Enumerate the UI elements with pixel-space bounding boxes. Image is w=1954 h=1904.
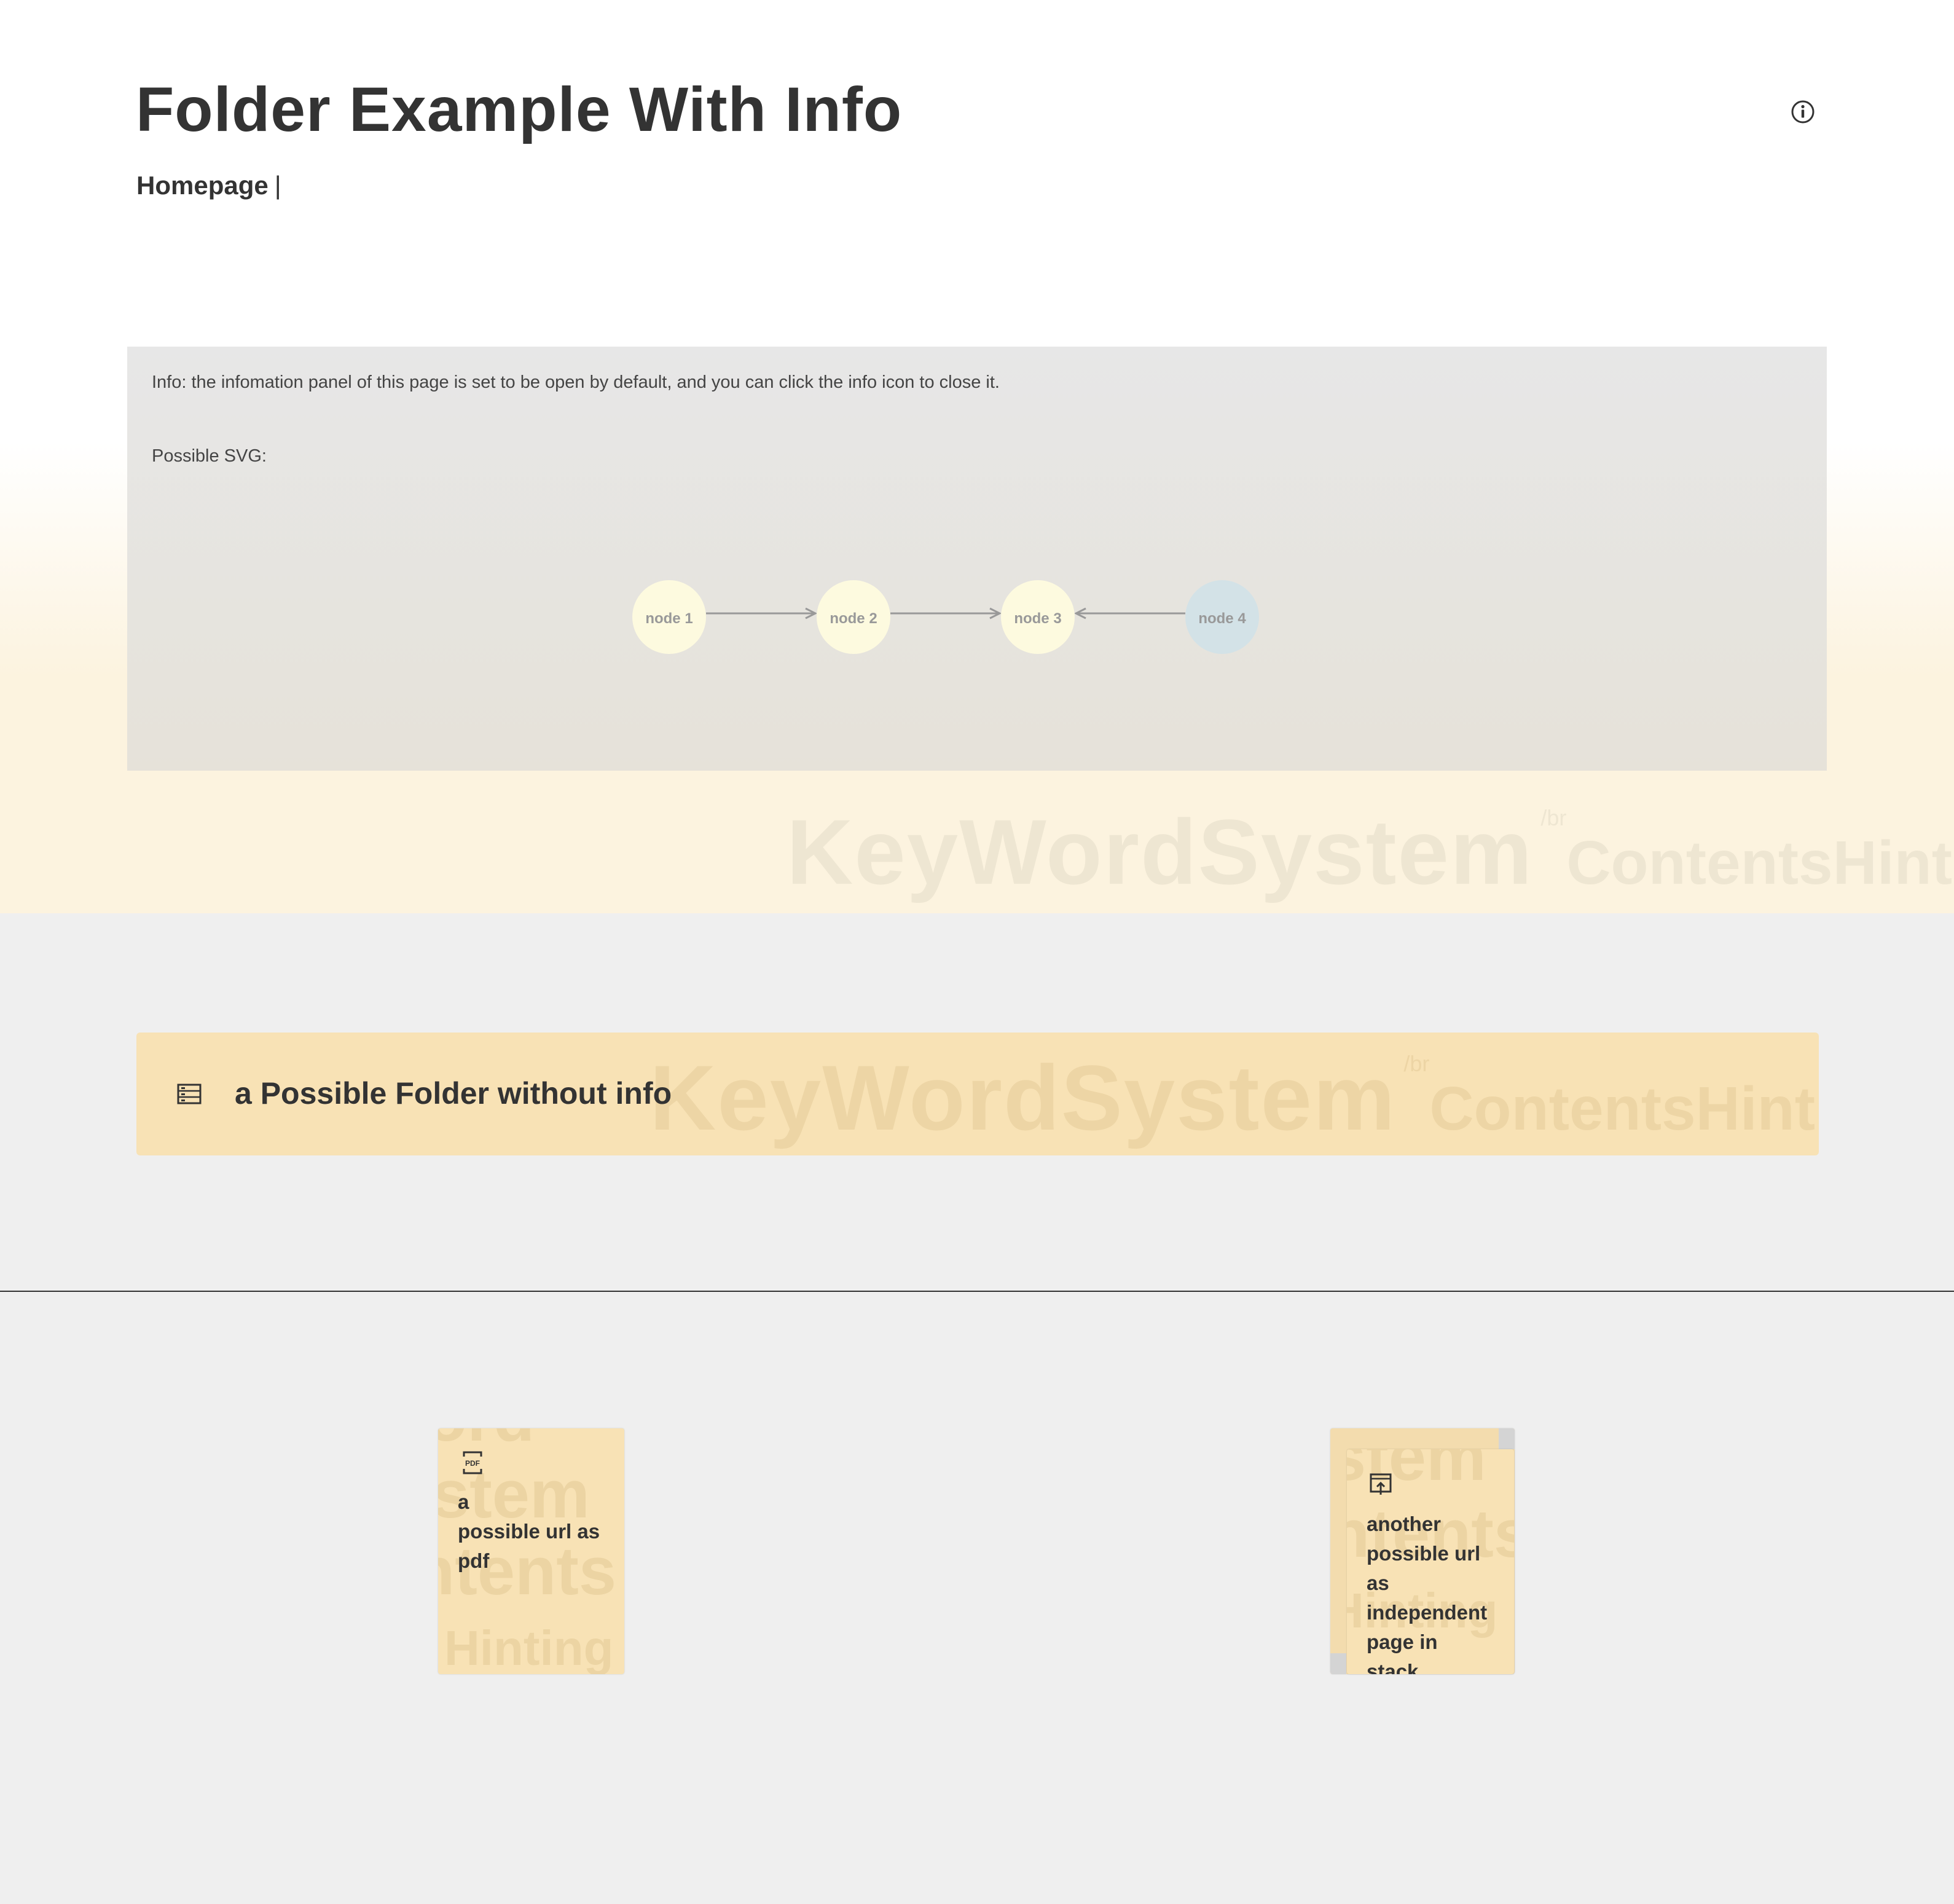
card-stack-line: another <box>1367 1513 1442 1535</box>
card-stack-line: page in <box>1367 1631 1438 1653</box>
diagram-node: node 2 <box>817 580 890 654</box>
card-pdf-label: a possible url as pdf <box>458 1487 618 1576</box>
diagram-node-label: node 1 <box>645 610 693 627</box>
diagram-node: node 3 <box>1001 580 1075 654</box>
watermark-br: /br <box>1540 805 1567 830</box>
diagram-node-label: node 4 <box>1198 610 1246 627</box>
watermark-system: System <box>1061 1046 1397 1149</box>
watermark-hinting: Hinting <box>1832 828 1954 897</box>
diagram-node-label: node 2 <box>830 610 877 627</box>
card-pdf-line: pdf <box>458 1549 490 1572</box>
breadcrumb-home-link[interactable]: Homepage <box>136 171 269 200</box>
card-pdf-line: a <box>458 1490 469 1513</box>
watermark-folder: KeyWordSystem/brContentsHinting <box>649 1045 1819 1151</box>
page-stack-icon <box>1369 1473 1392 1495</box>
watermark-top: KeyWordSystem/brContentsHinting <box>787 799 1954 905</box>
watermark-keyword: KeyWord <box>787 800 1198 903</box>
card-stack-line: independent <box>1367 1601 1488 1624</box>
info-icon[interactable] <box>1789 98 1816 125</box>
card-pdf[interactable]: ord stem ntents Hinting PDF a possible u… <box>438 1428 624 1674</box>
section-divider <box>0 1291 1954 1292</box>
card-stack-line: possible url <box>1367 1542 1481 1565</box>
info-panel: Info: the infomation panel of this page … <box>127 347 1827 771</box>
card-stack-line: stack <box>1367 1660 1419 1674</box>
breadcrumb: Homepage | <box>136 171 281 200</box>
watermark-contents: Contents <box>1429 1074 1696 1143</box>
diagram-node: node 4 <box>1185 580 1259 654</box>
folder-list-icon <box>177 1082 202 1106</box>
breadcrumb-separator: | <box>274 171 281 200</box>
folder-title: a Possible Folder without info <box>235 1076 672 1111</box>
header-section: Folder Example With Info Homepage | Info:… <box>0 0 1954 913</box>
svg-text:PDF: PDF <box>465 1459 480 1468</box>
diagram-node-label: node 3 <box>1014 610 1061 627</box>
watermark-contents: Contents <box>1566 828 1833 897</box>
diagram-node: node 1 <box>632 580 706 654</box>
watermark-hinting: Hinting <box>1695 1074 1819 1143</box>
pdf-icon: PDF <box>461 1450 484 1474</box>
watermark-system: System <box>1198 800 1534 903</box>
watermark-br: /br <box>1403 1051 1430 1076</box>
card-stack-page[interactable]: stem ntents Hinting another possible url… <box>1347 1449 1514 1674</box>
watermark-keyword: KeyWord <box>649 1046 1061 1149</box>
card-stack-line: as <box>1367 1572 1389 1594</box>
card-pdf-line: possible url as <box>458 1520 600 1543</box>
folder-item[interactable]: KeyWordSystem/brContentsHinting a Possib… <box>136 1033 1819 1155</box>
page-title: Folder Example With Info <box>136 74 903 144</box>
node-diagram: node 1 node 2 node 3 node 4 <box>632 580 1259 654</box>
card-stack-label: another possible url as independent page… <box>1367 1509 1514 1674</box>
